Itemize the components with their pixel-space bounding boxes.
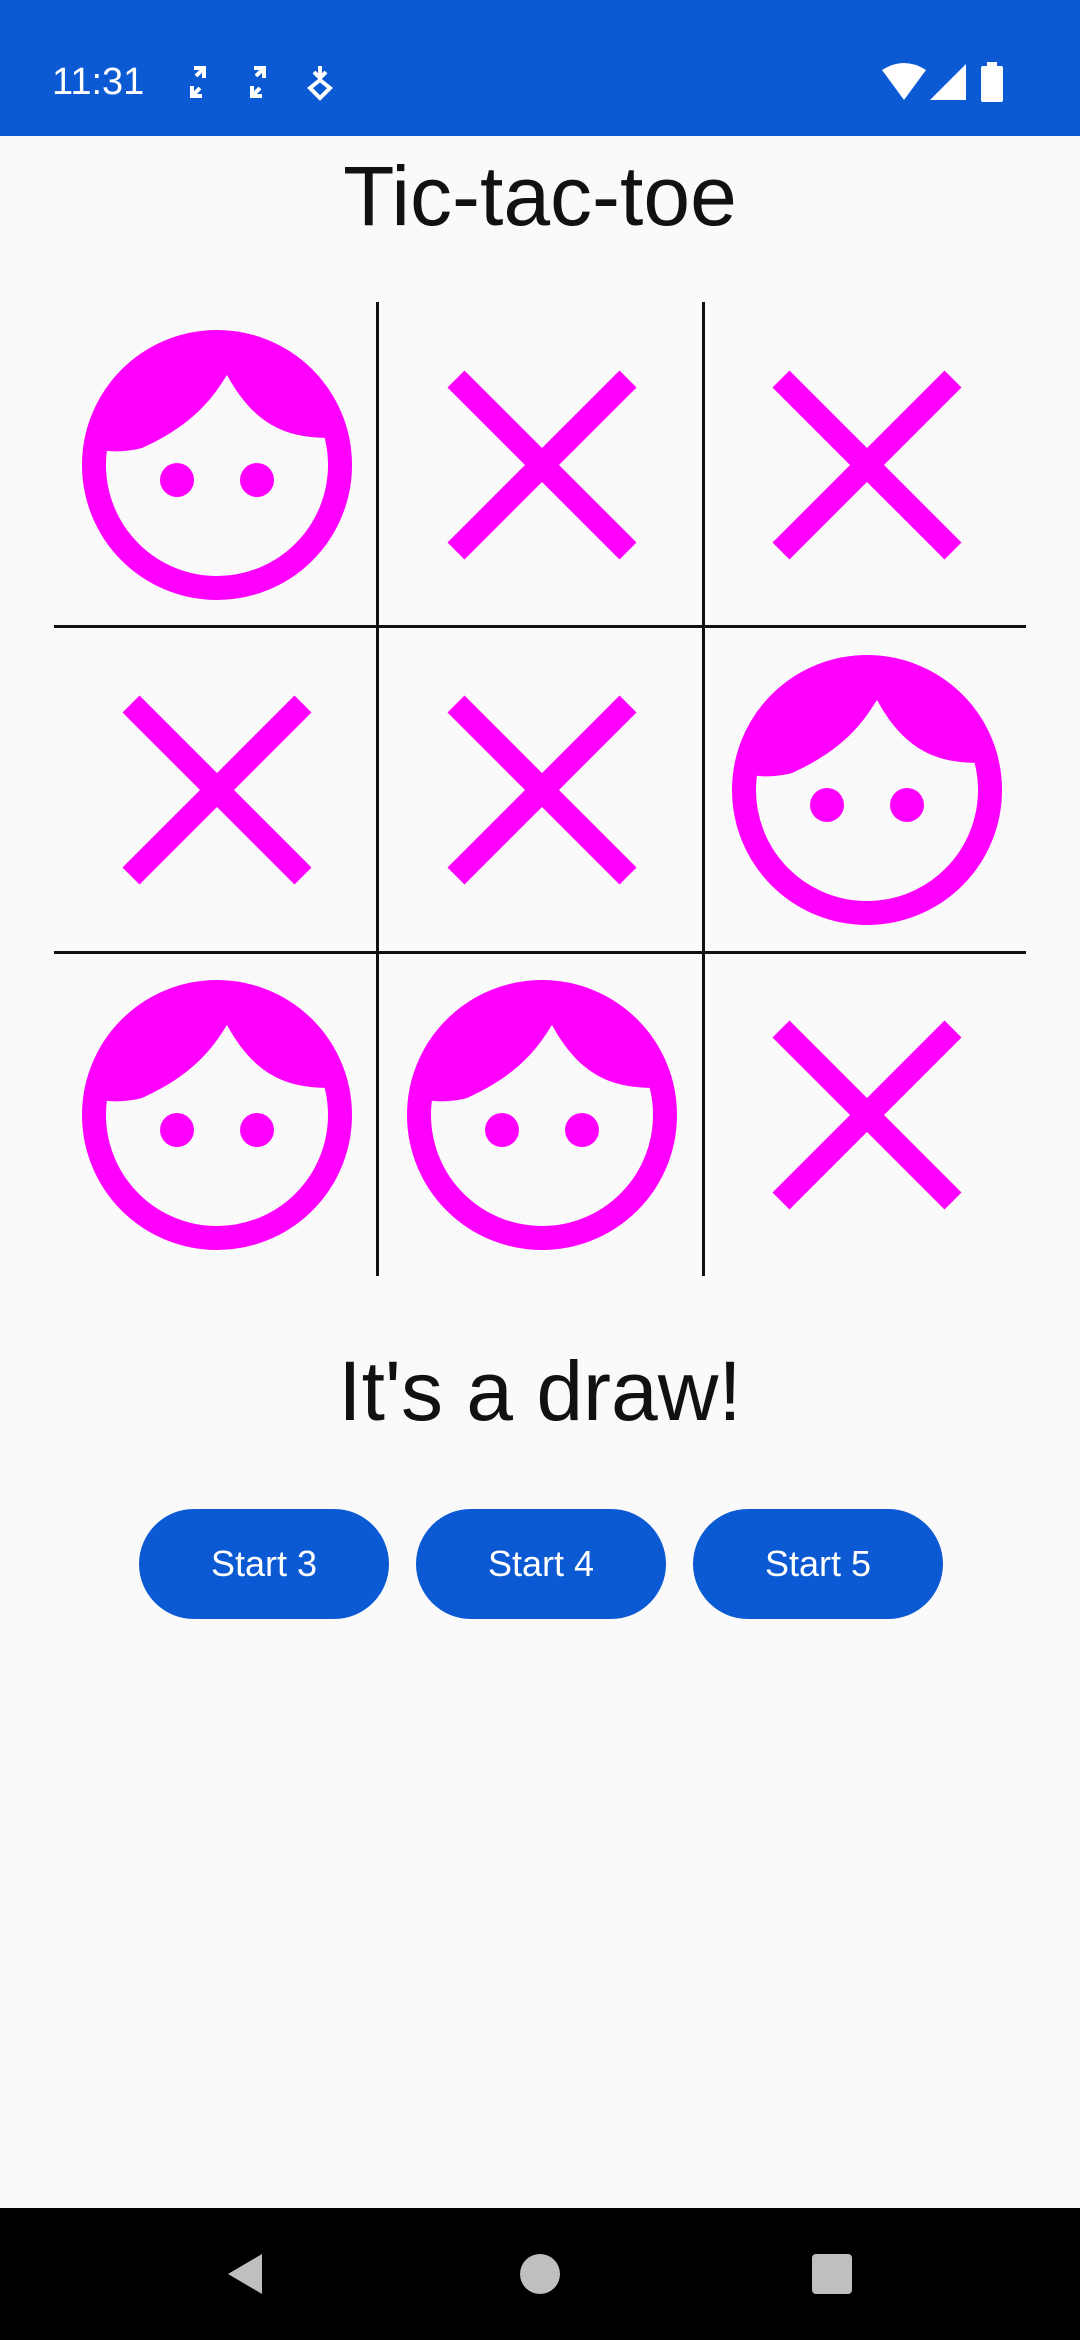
notification-download-icon [307, 66, 333, 101]
recents-square-icon [812, 2254, 852, 2294]
board-cell-r3-c1[interactable] [54, 952, 379, 1277]
battery-icon [981, 62, 1003, 102]
back-button[interactable] [204, 2232, 288, 2316]
cross-mark-icon [122, 695, 311, 884]
home-circle-icon [520, 2254, 560, 2294]
board-cell-r2-c2[interactable] [379, 627, 704, 952]
board-cell-r1-c1[interactable] [54, 302, 379, 627]
status-bar: 11:31 [0, 0, 1080, 136]
board-cell-r1-c3[interactable] [704, 302, 1029, 627]
board-cell-r1-c2[interactable] [379, 302, 704, 627]
game-board [54, 302, 1026, 1276]
cross-mark-icon [447, 370, 636, 559]
face-mark-icon [81, 979, 352, 1250]
cross-mark-icon [447, 695, 636, 884]
board-cell-r2-c3[interactable] [704, 627, 1029, 952]
wifi-icon [882, 63, 926, 100]
home-button[interactable] [498, 2232, 582, 2316]
start-4-button[interactable]: Start 4 [416, 1509, 666, 1619]
face-mark-icon [406, 979, 677, 1250]
board-cell-r3-c3[interactable] [704, 952, 1029, 1277]
board-cell-r2-c1[interactable] [54, 627, 379, 952]
signal-icon [930, 64, 966, 100]
sync-arrows-icon [250, 66, 266, 98]
recents-button[interactable] [790, 2232, 874, 2316]
sync-arrows-icon [190, 66, 206, 98]
face-mark-icon [81, 329, 352, 600]
start-3-button[interactable]: Start 3 [139, 1509, 389, 1619]
page-title: Tic-tac-toe [343, 149, 737, 243]
game-result-text: It's a draw! [338, 1344, 742, 1438]
board-cell-r3-c2[interactable] [379, 952, 704, 1277]
face-mark-icon [731, 654, 1002, 925]
cross-mark-icon [772, 370, 961, 559]
back-triangle-icon [228, 2254, 262, 2294]
status-time: 11:31 [52, 61, 145, 103]
navigation-bar [0, 2208, 1080, 2340]
start-5-button[interactable]: Start 5 [693, 1509, 943, 1619]
cross-mark-icon [772, 1020, 961, 1209]
